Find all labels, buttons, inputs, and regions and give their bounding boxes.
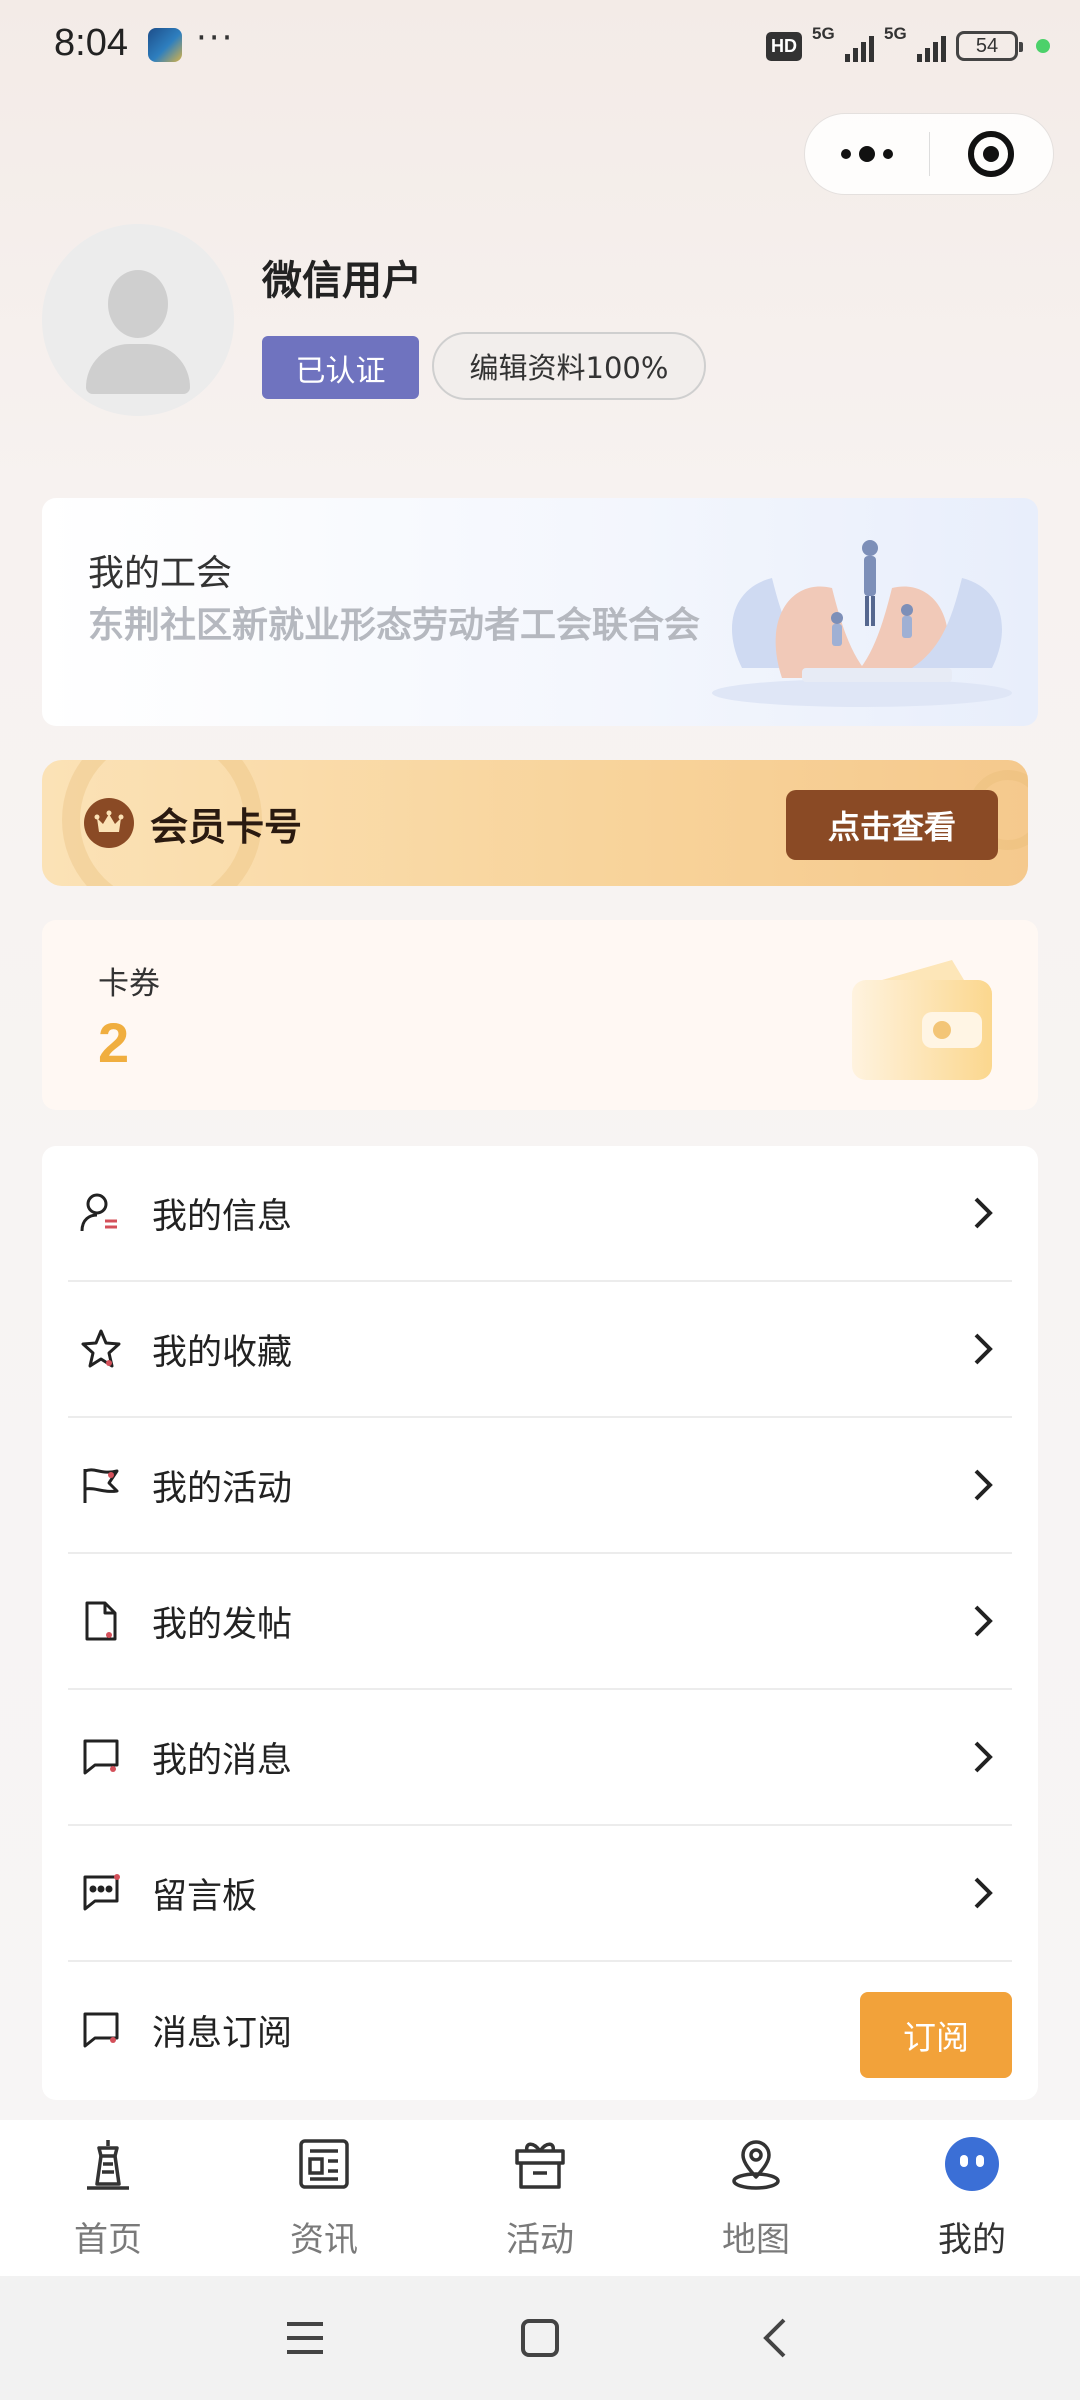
menu-label: 我的活动 bbox=[152, 1468, 293, 1509]
status-bar: 8:04 ··· HD 5G 5G 54 bbox=[0, 0, 1080, 90]
message-icon bbox=[76, 1732, 126, 1782]
tab-label: 我的 bbox=[938, 2220, 1006, 2260]
status-indicators: HD 5G 5G 54 bbox=[766, 24, 1050, 66]
menu-label: 我的消息 bbox=[152, 1740, 293, 1781]
union-name: 东荆社区新就业形态劳动者工会联合会 bbox=[88, 605, 701, 646]
flag-icon bbox=[76, 1460, 126, 1510]
home-tower-icon bbox=[80, 2136, 136, 2192]
wallet-icon bbox=[852, 960, 992, 1080]
tab-me[interactable]: 我的 bbox=[864, 2120, 1080, 2276]
tab-news[interactable]: 资讯 bbox=[216, 2120, 432, 2276]
tab-label: 首页 bbox=[74, 2220, 142, 2260]
tab-home[interactable]: 首页 bbox=[0, 2120, 216, 2276]
menu-label: 我的收藏 bbox=[152, 1332, 293, 1373]
charging-dot-icon bbox=[1036, 39, 1050, 53]
chevron-right-icon bbox=[974, 1469, 993, 1501]
back-arrow-icon bbox=[763, 2318, 786, 2358]
edit-profile-button[interactable]: 编辑资料100% bbox=[432, 332, 706, 400]
my-union-card[interactable]: 我的工会 东荆社区新就业形态劳动者工会联合会 bbox=[42, 498, 1038, 726]
view-member-card-button[interactable]: 点击查看 bbox=[786, 790, 998, 860]
menu-label: 我的发帖 bbox=[152, 1604, 293, 1645]
news-icon bbox=[296, 2136, 352, 2192]
union-title: 我的工会 bbox=[88, 553, 233, 594]
miniprogram-capsule bbox=[804, 113, 1054, 195]
hd-badge: HD bbox=[766, 31, 802, 61]
tab-map[interactable]: 地图 bbox=[648, 2120, 864, 2276]
menu-item-my-posts[interactable]: 我的发帖 bbox=[68, 1554, 1012, 1690]
chevron-right-icon bbox=[974, 1877, 993, 1909]
menu-item-my-activities[interactable]: 我的活动 bbox=[68, 1418, 1012, 1554]
signal-icon-1: 5G bbox=[812, 24, 874, 64]
subscribe-icon bbox=[76, 2005, 126, 2055]
signal-icon-2: 5G bbox=[884, 24, 946, 64]
target-close-icon bbox=[968, 131, 1015, 177]
system-navigation-bar bbox=[0, 2276, 1080, 2400]
tab-label: 资讯 bbox=[290, 2220, 358, 2260]
status-time: 8:04 bbox=[54, 22, 128, 64]
verified-badge: 已认证 bbox=[262, 336, 419, 399]
home-nav-button[interactable] bbox=[510, 2308, 570, 2368]
member-card-banner[interactable]: 会员卡号 点击查看 bbox=[42, 760, 1028, 886]
menu-item-my-info[interactable]: 我的信息 bbox=[68, 1146, 1012, 1282]
app-notification-icon bbox=[148, 28, 182, 62]
menu-label: 消息订阅 bbox=[152, 2013, 293, 2054]
tab-label: 地图 bbox=[722, 2220, 790, 2260]
square-home-icon bbox=[521, 2319, 559, 2357]
map-pin-icon bbox=[728, 2136, 784, 2192]
tab-activities[interactable]: 活动 bbox=[432, 2120, 648, 2276]
chevron-right-icon bbox=[974, 1333, 993, 1365]
menu-item-message-subscription[interactable]: 消息订阅 订阅 bbox=[68, 1962, 1012, 2098]
menu-item-my-favorites[interactable]: 我的收藏 bbox=[68, 1282, 1012, 1418]
menu-item-message-board[interactable]: 留言板 bbox=[68, 1826, 1012, 1962]
star-icon bbox=[76, 1324, 126, 1374]
user-info-icon bbox=[76, 1188, 126, 1238]
subscribe-button[interactable]: 订阅 bbox=[860, 1992, 1012, 2078]
bottom-tab-bar: 首页 资讯 活动 地图 我的 bbox=[0, 2120, 1080, 2276]
user-name: 微信用户 bbox=[262, 258, 422, 304]
menu-item-my-messages[interactable]: 我的消息 bbox=[68, 1690, 1012, 1826]
close-miniprogram-button[interactable] bbox=[930, 113, 1054, 195]
chevron-right-icon bbox=[974, 1605, 993, 1637]
status-more-icon: ··· bbox=[196, 18, 235, 58]
coupon-label: 卡券 bbox=[98, 966, 160, 1002]
tab-label: 活动 bbox=[506, 2220, 574, 2260]
network-type-1: 5G bbox=[812, 24, 835, 43]
hamburger-icon bbox=[287, 2322, 323, 2354]
member-card-title: 会员卡号 bbox=[150, 805, 303, 849]
network-type-2: 5G bbox=[884, 24, 907, 43]
menu-label: 留言板 bbox=[152, 1876, 258, 1917]
menu-list: 我的信息 我的收藏 我的活动 我的发帖 我的消息 留言板 消息订阅 订阅 bbox=[42, 1146, 1038, 2100]
me-icon bbox=[944, 2136, 1000, 2192]
more-options-button[interactable] bbox=[805, 113, 929, 195]
chevron-right-icon bbox=[974, 1197, 993, 1229]
comment-icon bbox=[76, 1868, 126, 1918]
back-nav-button[interactable] bbox=[745, 2308, 805, 2368]
coupon-card[interactable]: 卡券 2 bbox=[42, 920, 1038, 1110]
union-illustration bbox=[712, 540, 1012, 707]
menu-nav-button[interactable] bbox=[275, 2308, 335, 2368]
battery-icon: 54 bbox=[956, 31, 1023, 61]
coupon-count: 2 bbox=[98, 1011, 130, 1074]
avatar[interactable] bbox=[42, 224, 234, 416]
chevron-right-icon bbox=[974, 1741, 993, 1773]
crown-icon bbox=[84, 798, 134, 848]
gift-icon bbox=[512, 2136, 568, 2192]
document-icon bbox=[76, 1596, 126, 1646]
menu-label: 我的信息 bbox=[152, 1196, 293, 1237]
